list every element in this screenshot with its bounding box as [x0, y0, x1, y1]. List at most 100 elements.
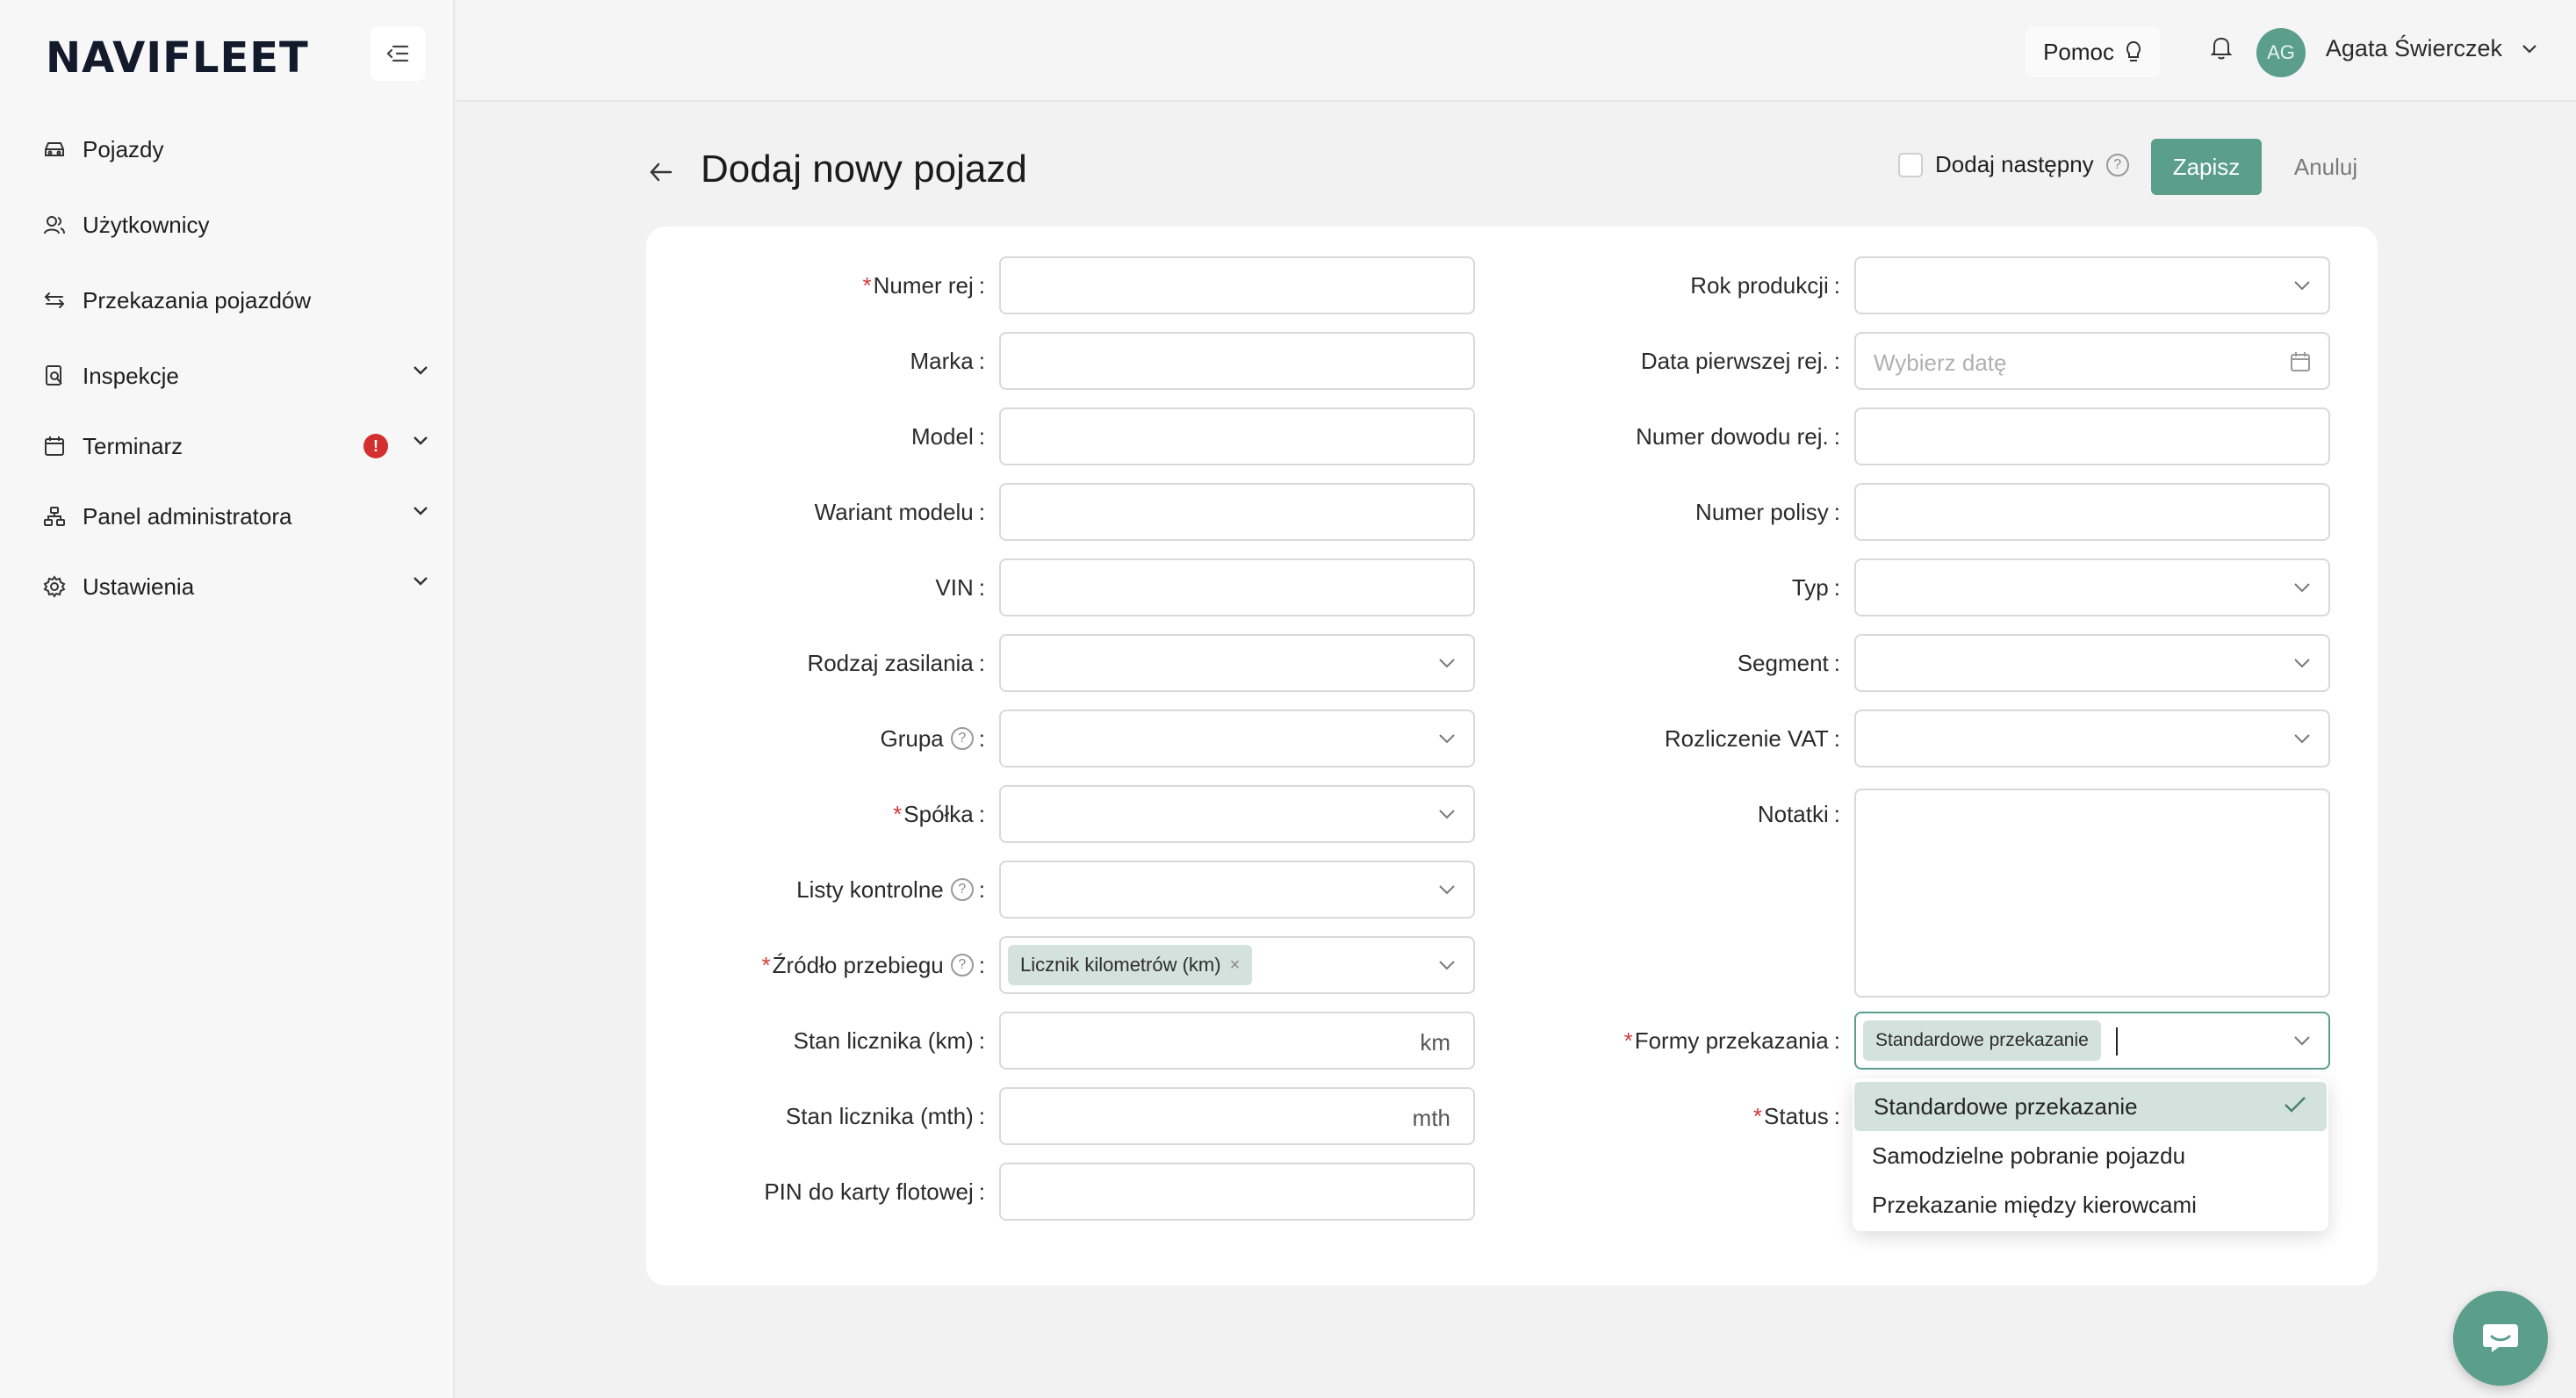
chevron-down-icon — [414, 507, 428, 515]
sidebar-item-label: Ustawienia — [83, 573, 195, 600]
listy-kontrolne-select[interactable] — [999, 861, 1475, 919]
chevron-down-icon — [2294, 583, 2310, 593]
app-logo[interactable]: NAVIFLEET — [46, 33, 309, 83]
spolka-select[interactable] — [999, 785, 1475, 843]
help-label: Pomoc — [2043, 38, 2114, 65]
close-icon[interactable]: × — [1230, 955, 1241, 976]
label-colon: : — [1833, 347, 1840, 374]
numer-polisy-input[interactable] — [1854, 483, 2330, 541]
label-text: Spółka — [903, 800, 974, 827]
chevron-down-icon — [1439, 961, 1455, 970]
checkbox[interactable] — [1898, 152, 1923, 177]
sidebar-item-panel-administratora[interactable]: Panel administratora — [42, 490, 428, 543]
back-arrow-icon[interactable] — [648, 160, 674, 184]
label-colon: : — [978, 422, 985, 450]
page-title: Dodaj nowy pojazd — [701, 148, 1027, 191]
dropdown-option[interactable]: Samodzielne pobranie pojazdu — [1853, 1131, 2328, 1180]
cancel-button[interactable]: Anuluj — [2277, 139, 2374, 195]
stan-licznika-km-input[interactable]: km — [999, 1012, 1475, 1070]
chat-button[interactable] — [2453, 1291, 2548, 1386]
typ-select[interactable] — [1854, 558, 2330, 616]
required-marker: * — [893, 800, 903, 827]
vin-input[interactable] — [999, 558, 1475, 616]
users-icon — [42, 213, 67, 237]
field-label: Model: — [646, 407, 985, 465]
data-pierwszej-rej-picker[interactable]: Wybierz datę — [1854, 332, 2330, 390]
formy-przekazania-select[interactable]: Standardowe przekazanie — [1854, 1012, 2330, 1070]
tag-label: Licznik kilometrów (km) — [1020, 954, 1221, 976]
help-circle-icon[interactable]: ? — [950, 954, 974, 976]
grupa-select[interactable] — [999, 710, 1475, 767]
label-text: Data pierwszej rej. — [1640, 347, 1829, 374]
chat-icon — [2483, 1324, 2518, 1352]
pin-karty-flotowej-input[interactable] — [999, 1163, 1475, 1221]
label-text: Numer polisy — [1695, 498, 1829, 525]
chevron-down-icon[interactable] — [2522, 44, 2537, 54]
chevron-down-icon — [2294, 281, 2310, 291]
required-marker: * — [1623, 1027, 1633, 1054]
label-text: VIN — [935, 573, 974, 601]
dropdown-option[interactable]: Standardowe przekazanie — [1854, 1082, 2327, 1131]
chevron-down-icon — [2294, 734, 2310, 744]
field-label: * Numer rej: — [646, 256, 986, 314]
sidebar-item-inspekcje[interactable]: Inspekcje — [42, 350, 428, 402]
org-chart-icon — [42, 504, 67, 529]
model-input[interactable] — [999, 407, 1475, 465]
add-next-checkbox[interactable]: Dodaj następny ? — [1898, 151, 2129, 178]
field-label: Segment: — [1436, 634, 1840, 692]
bell-icon[interactable] — [2211, 35, 2232, 60]
field-label: * Źródło przebiegu?: — [646, 936, 985, 994]
help-circle-icon[interactable]: ? — [950, 727, 974, 750]
rodzaj-zasilania-select[interactable] — [999, 634, 1475, 692]
sidebar-item-terminarz[interactable]: Terminarz ! — [42, 420, 428, 472]
save-button[interactable]: Zapisz — [2151, 139, 2262, 195]
sidebar-item-uzytkownicy[interactable]: Użytkownicy — [42, 198, 428, 251]
label-colon: : — [1833, 422, 1840, 450]
label-text: PIN do karty flotowej — [764, 1178, 974, 1205]
label-colon: : — [978, 1178, 985, 1205]
segment-select[interactable] — [1854, 634, 2330, 692]
dropdown-option[interactable]: Przekazanie między kierowcami — [1853, 1180, 2328, 1229]
help-button[interactable]: Pomoc — [2026, 26, 2160, 77]
label-text: Numer dowodu rej. — [1636, 422, 1829, 450]
label-colon: : — [1833, 1027, 1840, 1054]
calendar-icon[interactable] — [2290, 351, 2311, 372]
label-colon: : — [978, 271, 985, 299]
label-colon: : — [1833, 573, 1840, 601]
user-name[interactable]: Agata Świerczek — [2326, 35, 2502, 62]
sidebar-item-ustawienia[interactable]: Ustawienia — [42, 560, 428, 613]
label-colon: : — [978, 951, 985, 978]
calendar-icon — [42, 434, 67, 458]
label-colon: : — [978, 498, 985, 525]
label-colon: : — [978, 649, 985, 676]
field-label: Numer dowodu rej.: — [1436, 407, 1840, 465]
notatki-textarea[interactable] — [1854, 789, 2330, 998]
zrodlo-przebiegu-select[interactable]: Licznik kilometrów (km) × — [999, 936, 1475, 994]
collapse-sidebar-button[interactable] — [371, 26, 425, 81]
option-label: Standardowe przekazanie — [1874, 1092, 2138, 1120]
numer-dowodu-rej-input[interactable] — [1854, 407, 2330, 465]
alert-badge: ! — [363, 434, 388, 458]
rok-produkcji-select[interactable] — [1854, 256, 2330, 314]
required-marker: * — [1752, 1102, 1763, 1129]
sidebar-item-label: Terminarz — [83, 432, 183, 459]
selected-tag: Standardowe przekazanie — [1863, 1020, 2101, 1061]
sidebar-item-przekazania[interactable]: Przekazania pojazdów — [42, 274, 428, 327]
stan-licznika-mth-input[interactable]: mth — [999, 1087, 1475, 1145]
avatar[interactable]: AG — [2256, 28, 2306, 77]
rozliczenie-vat-select[interactable] — [1854, 710, 2330, 767]
help-circle-icon[interactable]: ? — [950, 878, 974, 901]
numer-rej-input[interactable] — [999, 256, 1475, 314]
date-placeholder: Wybierz datę — [1874, 350, 2007, 376]
label-colon: : — [1833, 649, 1840, 676]
label-colon: : — [1833, 498, 1840, 525]
marka-input[interactable] — [999, 332, 1475, 390]
text-cursor — [2116, 1027, 2118, 1056]
sidebar-item-pojazdy[interactable]: Pojazdy — [42, 123, 428, 176]
wariant-modelu-input[interactable] — [999, 483, 1475, 541]
field-label: * Spółka: — [646, 785, 985, 843]
help-circle-icon[interactable]: ? — [2105, 153, 2129, 177]
add-next-label: Dodaj następny — [1935, 151, 2094, 177]
chevron-down-icon — [2294, 659, 2310, 668]
label-colon: : — [1833, 1102, 1840, 1129]
